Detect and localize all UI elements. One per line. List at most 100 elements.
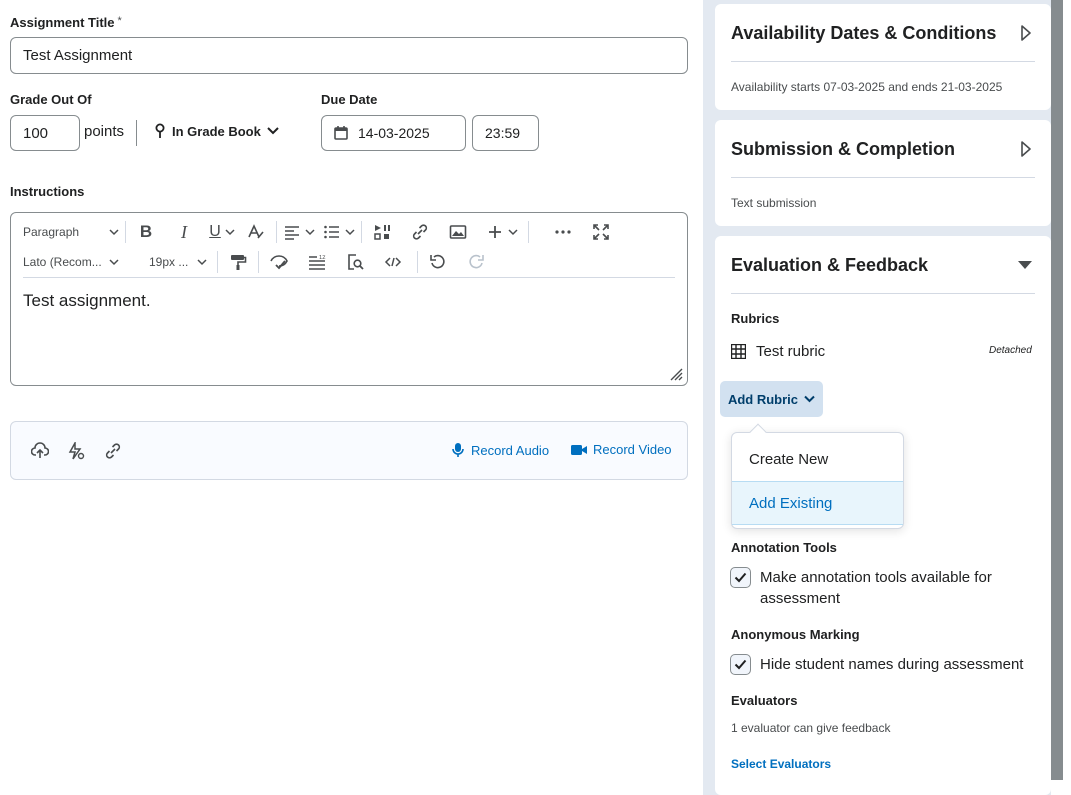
evaluators-summary: 1 evaluator can give feedback: [731, 721, 891, 735]
add-icon[interactable]: [486, 218, 518, 246]
chevron-down-icon: [197, 259, 207, 266]
microphone-icon: [452, 443, 464, 457]
quicklink-icon[interactable]: [67, 442, 85, 460]
font-size-select[interactable]: 19px ...: [149, 248, 207, 276]
accessibility-check-icon[interactable]: [265, 248, 293, 276]
rubrics-label: Rubrics: [731, 311, 780, 326]
due-date-value: 14-03-2025: [358, 125, 430, 141]
align-icon[interactable]: [283, 218, 315, 246]
instructions-editor: Paragraph B I U Lato (Recom... 19px ... …: [10, 212, 688, 386]
italic-icon[interactable]: I: [170, 218, 198, 246]
chevron-right-icon[interactable]: [1020, 25, 1032, 41]
anonymous-marking-label: Anonymous Marking: [731, 627, 860, 642]
menu-item-add-existing[interactable]: Add Existing: [732, 481, 903, 525]
annotation-checkbox-label: Make annotation tools available for asse…: [760, 569, 992, 607]
underline-icon[interactable]: U: [208, 218, 236, 246]
record-audio-label: Record Audio: [471, 442, 550, 458]
editor-toolbar-row-1: Paragraph B I U: [23, 218, 615, 246]
toolbar-separator: [417, 251, 418, 273]
chevron-right-icon[interactable]: [1020, 141, 1032, 157]
chevron-down-icon: [109, 229, 119, 236]
video-camera-icon: [571, 444, 587, 455]
font-family-label: Lato (Recom...: [23, 255, 102, 269]
list-icon[interactable]: [323, 218, 355, 246]
link-icon[interactable]: [104, 442, 122, 460]
paragraph-select-label: Paragraph: [23, 225, 80, 239]
toolbar-separator: [276, 221, 277, 243]
grade-value: 100: [23, 124, 49, 142]
availability-panel[interactable]: Availability Dates & Conditions Availabi…: [715, 4, 1051, 110]
redo-icon[interactable]: [462, 248, 490, 276]
assignment-title-label: Assignment Title *: [10, 15, 122, 30]
points-label: points: [84, 123, 125, 140]
link-icon[interactable]: [406, 218, 434, 246]
scrollbar-thumb[interactable]: [1051, 0, 1063, 780]
more-options-icon[interactable]: [549, 218, 577, 246]
text-format-icon[interactable]: [242, 218, 270, 246]
toolbar-separator: [125, 221, 126, 243]
due-date-label: Due Date: [321, 92, 378, 107]
grade-out-of-input[interactable]: 100: [10, 115, 80, 151]
record-audio-button[interactable]: Record Audio: [451, 442, 549, 458]
add-rubric-button[interactable]: Add Rubric: [720, 381, 823, 417]
assignment-title-input[interactable]: Test Assignment: [10, 37, 688, 74]
source-code-icon[interactable]: [379, 248, 407, 276]
word-count-icon[interactable]: 123: [303, 248, 331, 276]
caret-down-icon[interactable]: [1017, 260, 1033, 270]
font-family-select[interactable]: Lato (Recom...: [23, 248, 119, 276]
record-video-button[interactable]: Record Video: [571, 442, 672, 457]
due-date-input[interactable]: 14-03-2025: [321, 115, 466, 151]
anonymous-checkbox[interactable]: [730, 654, 751, 675]
availability-summary: Availability starts 07-03-2025 and ends …: [731, 80, 1003, 94]
fullscreen-icon[interactable]: [587, 218, 615, 246]
record-video-label: Record Video: [593, 442, 672, 457]
upload-cloud-icon[interactable]: [31, 442, 49, 460]
panel-divider: [731, 177, 1035, 178]
chevron-down-icon: [305, 229, 315, 236]
grade-out-of-label: Grade Out Of: [10, 92, 92, 107]
in-grade-book-button[interactable]: In Grade Book: [154, 123, 279, 139]
toolbar-separator: [217, 251, 218, 273]
evaluation-title: Evaluation & Feedback: [731, 255, 929, 275]
due-time-input[interactable]: 23:59: [472, 115, 539, 151]
required-asterisk: *: [117, 15, 122, 27]
evaluators-label: Evaluators: [731, 693, 798, 708]
svg-text:123: 123: [319, 255, 326, 261]
find-replace-icon[interactable]: [341, 248, 369, 276]
instructions-label: Instructions: [10, 184, 85, 199]
annotation-checkbox[interactable]: [730, 567, 751, 588]
resize-handle-icon[interactable]: [669, 367, 683, 381]
bold-icon[interactable]: B: [132, 218, 160, 246]
undo-icon[interactable]: [424, 248, 452, 276]
submission-panel[interactable]: Submission & Completion Text submission: [715, 120, 1051, 226]
checkmark-icon: [734, 659, 747, 670]
in-grade-book-label: In Grade Book: [172, 123, 261, 139]
add-rubric-menu: Create New Add Existing: [731, 423, 904, 529]
toolbar-separator: [361, 221, 362, 243]
annotation-tools-label: Annotation Tools: [731, 540, 837, 555]
insert-stuff-icon[interactable]: [368, 218, 396, 246]
chevron-down-icon: [109, 259, 119, 266]
toolbar-separator: [258, 251, 259, 273]
font-size-label: 19px ...: [149, 255, 189, 269]
chevron-down-icon: [225, 229, 235, 236]
editor-content[interactable]: Test assignment.: [23, 291, 151, 311]
image-icon[interactable]: [444, 218, 472, 246]
availability-title: Availability Dates & Conditions: [731, 23, 997, 43]
attachments-bar: Record Audio Record Video: [10, 421, 688, 480]
add-rubric-label: Add Rubric: [727, 391, 799, 407]
rubric-status: Detached: [989, 345, 1032, 356]
grid-table-icon: [731, 344, 746, 359]
divider: [136, 120, 137, 146]
anonymous-checkbox-label: Hide student names during assessment: [760, 656, 1024, 673]
calendar-icon: [334, 126, 348, 140]
rubric-name-link[interactable]: Test rubric: [756, 343, 825, 360]
map-pin-icon: [155, 123, 165, 138]
menu-item-create-new[interactable]: Create New: [732, 438, 903, 480]
assignment-title-value: Test Assignment: [23, 47, 133, 64]
select-evaluators-link[interactable]: Select Evaluators: [731, 757, 831, 771]
chevron-down-icon: [804, 395, 815, 403]
checkmark-icon: [734, 572, 747, 583]
paragraph-select[interactable]: Paragraph: [23, 218, 119, 246]
format-painter-icon[interactable]: [224, 248, 252, 276]
